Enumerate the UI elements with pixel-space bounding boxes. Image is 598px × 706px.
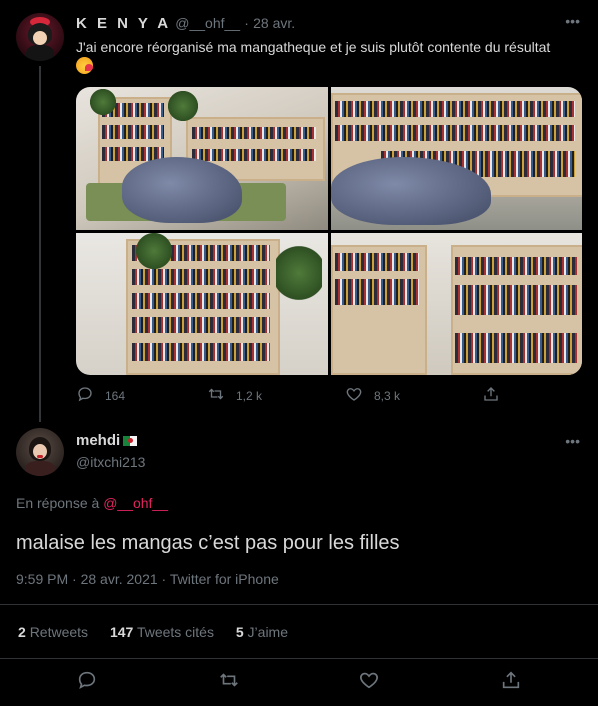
- tweet-text: malaise les mangas c’est pas pour les fi…: [16, 532, 400, 554]
- more-options-icon[interactable]: •••: [565, 434, 580, 448]
- like-count: 8,3 k: [374, 388, 401, 403]
- more-options-icon[interactable]: •••: [565, 14, 580, 28]
- books: [132, 292, 270, 309]
- books: [192, 127, 316, 139]
- reply-button[interactable]: 164: [76, 385, 125, 406]
- retweet-icon: [207, 385, 225, 406]
- books: [132, 342, 270, 361]
- tweet-header: K E N Y A @__ohf__ · 28 avr.: [76, 14, 295, 33]
- retweet-button[interactable]: 1,2 k: [207, 385, 262, 406]
- reply-to-mention[interactable]: @__ohf__: [103, 495, 168, 511]
- smiling-face-with-hearts-icon: [76, 57, 93, 74]
- books: [334, 278, 419, 305]
- retweet-count: 1,2 k: [236, 388, 263, 403]
- photo-1[interactable]: [76, 87, 328, 230]
- books: [102, 125, 164, 139]
- quotes-stat[interactable]: 147 Tweets cités: [110, 624, 218, 640]
- likes-number: 5: [235, 624, 244, 640]
- tweet-main: K E N Y A @__ohf__ · 28 avr. ••• J'ai en…: [0, 0, 598, 422]
- books: [334, 125, 575, 141]
- quotes-label: Tweets cités: [136, 624, 214, 640]
- avatar[interactable]: [16, 428, 64, 476]
- heart-icon: [358, 669, 380, 694]
- retweets-label: Retweets: [29, 624, 89, 640]
- share-icon: [482, 385, 500, 406]
- reply-context: En réponse à @__ohf__: [16, 495, 168, 511]
- divider: [0, 604, 598, 605]
- reply-button[interactable]: [76, 669, 98, 694]
- reply-to-label: En réponse à: [16, 495, 100, 511]
- plant: [136, 232, 172, 269]
- books: [454, 332, 577, 363]
- avatar-body: [26, 45, 54, 61]
- avatar-detail: [37, 455, 43, 458]
- display-name[interactable]: mehdi: [76, 432, 138, 449]
- books: [132, 268, 270, 285]
- share-button[interactable]: [500, 669, 522, 694]
- reply-icon: [76, 669, 98, 694]
- photo-2[interactable]: [330, 87, 582, 230]
- books: [132, 316, 270, 333]
- books: [334, 101, 575, 117]
- divider: [0, 658, 598, 659]
- tweet-stats: 2 Retweets 147 Tweets cités 5 J’aime: [18, 624, 306, 640]
- avatar[interactable]: [16, 13, 64, 61]
- reply-icon: [76, 385, 94, 406]
- thread-line: [39, 66, 41, 422]
- algeria-flag-icon: [123, 435, 138, 446]
- plant: [168, 91, 198, 121]
- user-handle[interactable]: @itxchi213: [76, 454, 145, 470]
- separator-dot: ·: [244, 15, 249, 31]
- retweets-number: 2: [18, 624, 26, 640]
- avatar-body: [25, 461, 55, 476]
- media-grid[interactable]: [76, 87, 582, 375]
- user-handle[interactable]: @__ohf__: [175, 15, 240, 31]
- avatar-face: [33, 31, 47, 45]
- plant: [90, 89, 116, 115]
- tweet-time[interactable]: 28 avr.: [253, 15, 295, 31]
- reply-count: 164: [105, 388, 126, 403]
- likes-stat[interactable]: 5 J’aime: [236, 624, 288, 640]
- plant: [276, 242, 322, 303]
- tweet-timestamp[interactable]: 9:59 PM · 28 avr. 2021 · Twitter for iPh…: [16, 571, 279, 587]
- books: [334, 252, 419, 271]
- retweets-stat[interactable]: 2 Retweets: [18, 624, 92, 640]
- likes-label: J’aime: [247, 624, 289, 640]
- books: [454, 284, 577, 315]
- photo-4[interactable]: [330, 232, 582, 375]
- retweet-icon: [218, 669, 240, 694]
- share-button[interactable]: [482, 385, 500, 406]
- tweet-text: J'ai encore réorganisé ma mangatheque et…: [76, 38, 586, 76]
- retweet-button[interactable]: [218, 669, 240, 694]
- tweet-text-content: J'ai encore réorganisé ma mangatheque et…: [76, 39, 551, 55]
- display-name-text: mehdi: [76, 432, 121, 449]
- share-icon: [500, 669, 522, 694]
- heart-icon: [345, 385, 363, 406]
- books: [454, 256, 577, 275]
- books: [192, 149, 316, 161]
- display-name[interactable]: K E N Y A: [76, 15, 171, 32]
- like-button[interactable]: [358, 669, 380, 694]
- quotes-number: 147: [109, 624, 134, 640]
- tweet-actions: 164 1,2 k 8,3 k: [76, 385, 506, 409]
- like-button[interactable]: 8,3 k: [345, 385, 400, 406]
- tweet-actions: [0, 669, 598, 695]
- photo-3[interactable]: [76, 232, 328, 375]
